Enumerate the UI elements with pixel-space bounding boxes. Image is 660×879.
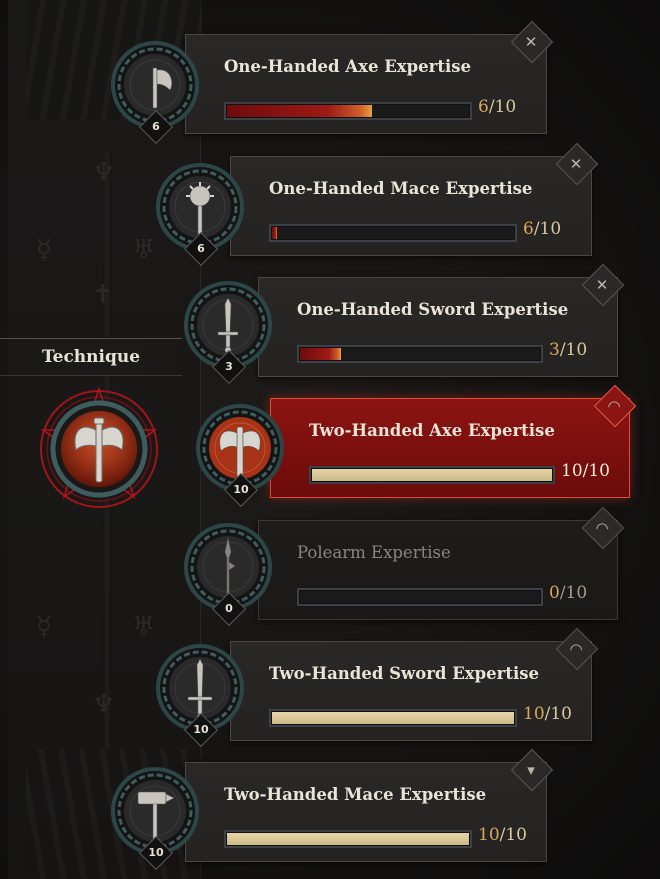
rune-decoration: ☿ <box>36 612 52 642</box>
skill-count-current: 3 <box>549 340 560 360</box>
rune-decoration: ♆ <box>92 690 116 720</box>
technique-label: Technique <box>0 338 182 376</box>
skill-count-max: /10 <box>544 704 572 724</box>
skill-card[interactable]: One-Handed Sword Expertise 3/10 ✕ <box>258 263 625 377</box>
skill-node[interactable]: 10 <box>110 766 200 870</box>
axe-mace-corner-icon: ✕ <box>524 33 538 51</box>
skill-count-current: 10 <box>523 704 545 724</box>
skill-node[interactable]: 10 <box>155 643 245 747</box>
skill-node[interactable]: 6 <box>155 162 245 266</box>
progress-bar <box>297 588 543 606</box>
progress-bar <box>269 709 517 727</box>
rune-decoration: ✝ <box>92 280 114 310</box>
skill-node[interactable]: 10 <box>195 403 285 507</box>
skill-count: 6/10 <box>478 97 516 117</box>
skill-card[interactable]: One-Handed Axe Expertise 6/10 ✕ <box>185 20 554 134</box>
skill-node[interactable]: 3 <box>183 280 273 384</box>
signal-corner-icon: ◠ <box>595 519 609 537</box>
rune-decoration: ♅ <box>132 235 156 265</box>
progress-fill <box>272 712 514 724</box>
skill-title: Polearm Expertise <box>297 543 451 562</box>
skill-count: 6/10 <box>523 219 561 239</box>
skill-title: Two-Handed Mace Expertise <box>224 785 487 804</box>
signal-corner-icon: ◠ <box>607 397 621 415</box>
progress-fill <box>312 469 552 481</box>
skill-card[interactable]: Two-Handed Axe Expertise 10/10 ◠ <box>270 384 637 498</box>
rank-value: 0 <box>225 602 233 615</box>
rune-decoration: ☿ <box>36 235 52 265</box>
rune-decoration: ♅ <box>132 612 156 642</box>
axe-mace-corner-icon: ✕ <box>595 276 609 294</box>
skill-card[interactable]: Polearm Expertise 0/10 ◠ <box>258 506 625 620</box>
progress-bar <box>297 345 543 363</box>
skill-count-current: 0 <box>549 583 560 603</box>
expertise-screen: ♆ ☿ ♅ ✝ ☿ ♅ ♆ Technique One-Handed Axe E… <box>0 0 660 879</box>
progress-fill <box>300 348 341 360</box>
skill-title: One-Handed Axe Expertise <box>224 57 472 76</box>
progress-fill <box>272 227 277 239</box>
skill-title: One-Handed Mace Expertise <box>269 179 533 198</box>
technique-slot[interactable] <box>36 386 162 512</box>
skill-count: 3/10 <box>549 340 587 360</box>
rank-value: 10 <box>148 846 164 859</box>
skill-count-max: /10 <box>488 97 517 117</box>
skill-count: 10/10 <box>561 461 610 481</box>
funnel-corner-icon: ▾ <box>527 761 535 779</box>
progress-fill <box>227 833 469 845</box>
signal-corner-icon: ◠ <box>569 640 583 658</box>
skill-card[interactable]: One-Handed Mace Expertise 6/10 ✕ <box>230 142 599 256</box>
skill-count-max: /10 <box>582 461 610 481</box>
skill-card[interactable]: Two-Handed Sword Expertise 10/10 ◠ <box>230 627 599 741</box>
skill-count: 0/10 <box>549 583 587 603</box>
progress-bar <box>269 224 517 242</box>
skill-title: One-Handed Sword Expertise <box>297 300 569 319</box>
skill-title: Two-Handed Axe Expertise <box>309 421 555 440</box>
skill-count: 10/10 <box>478 825 527 845</box>
progress-bar <box>309 466 555 484</box>
rank-value: 6 <box>197 242 205 255</box>
skill-count-current: 10 <box>561 461 583 481</box>
skill-count-max: /10 <box>559 583 588 603</box>
skill-count-max: /10 <box>559 340 588 360</box>
rank-value: 3 <box>225 360 233 373</box>
skill-count-max: /10 <box>499 825 527 845</box>
skill-card[interactable]: Two-Handed Mace Expertise 10/10 ▾ <box>185 748 554 862</box>
skill-node[interactable]: 0 <box>183 522 273 626</box>
skill-count-max: /10 <box>533 219 562 239</box>
skill-count: 10/10 <box>523 704 572 724</box>
skill-node[interactable]: 6 <box>110 40 200 144</box>
rank-value: 10 <box>233 483 249 496</box>
progress-fill <box>227 105 373 117</box>
skill-count-current: 6 <box>523 219 534 239</box>
rune-decoration: ♆ <box>92 158 116 188</box>
progress-bar <box>224 830 472 848</box>
rank-value: 10 <box>193 723 209 736</box>
skill-count-current: 6 <box>478 97 489 117</box>
axe-mace-corner-icon: ✕ <box>569 155 583 173</box>
skill-title: Two-Handed Sword Expertise <box>269 664 540 683</box>
skill-count-current: 10 <box>478 825 500 845</box>
rank-value: 6 <box>152 120 160 133</box>
progress-bar <box>224 102 472 120</box>
